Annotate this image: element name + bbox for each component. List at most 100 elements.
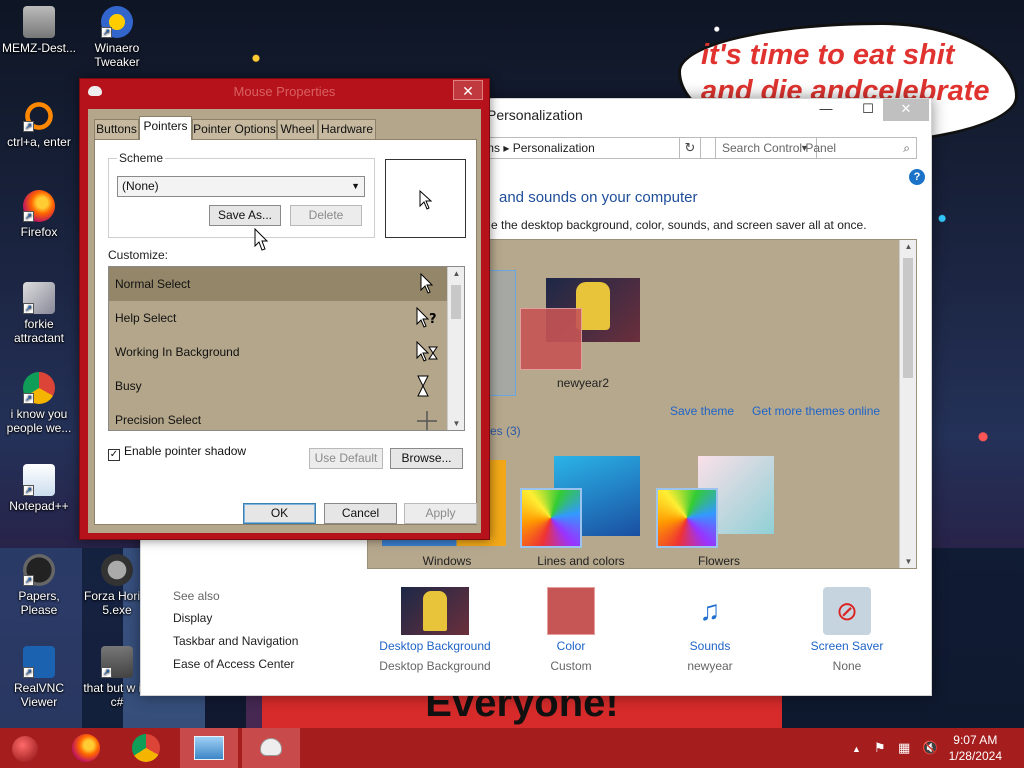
cursor-row-working-background[interactable]: Working In Background bbox=[109, 335, 447, 369]
desktop-icon-chrome[interactable]: ↗ i know you people we... bbox=[2, 372, 76, 435]
customize-label: Customize: bbox=[108, 248, 169, 262]
apply-button[interactable]: Apply bbox=[404, 503, 477, 524]
cursor-row-normal-select[interactable]: Normal Select bbox=[109, 267, 447, 301]
desktop-background-icon bbox=[401, 587, 469, 635]
desktop-icon-firefox[interactable]: ↗ Firefox bbox=[2, 190, 76, 239]
cancel-button[interactable]: Cancel bbox=[324, 503, 397, 524]
desktop-icon-forkie[interactable]: ↗ forkie attractant bbox=[2, 282, 76, 345]
hourglass-icon bbox=[417, 375, 429, 397]
taskbar-firefox[interactable] bbox=[60, 728, 112, 768]
screen-saver-label: Screen Saver bbox=[810, 639, 884, 653]
help-icon[interactable]: ? bbox=[909, 169, 925, 185]
cursor-row-busy[interactable]: Busy bbox=[109, 369, 447, 403]
shortcut-folder-icon: ↗ bbox=[101, 646, 133, 678]
browse-button[interactable]: Browse... bbox=[390, 448, 463, 469]
taskbar-chrome[interactable] bbox=[120, 728, 172, 768]
tab-pointers[interactable]: Pointers bbox=[139, 116, 192, 140]
tab-buttons[interactable]: Buttons bbox=[94, 119, 139, 139]
use-default-button[interactable]: Use Default bbox=[309, 448, 383, 469]
search-icon[interactable]: ⌕ bbox=[903, 138, 910, 158]
clock-time: 9:07 AM bbox=[953, 733, 998, 747]
search-input[interactable]: Search Control Panel ⌕ bbox=[715, 137, 917, 159]
desktop-icon-label: MEMZ-Dest... bbox=[2, 41, 76, 55]
maximize-button[interactable]: ☐ bbox=[853, 99, 883, 121]
recycle-bin-icon bbox=[23, 6, 55, 38]
desktop-icon-ctrl[interactable]: ↗ ctrl+a, enter bbox=[2, 100, 76, 149]
theme-list-scrollbar[interactable]: ▲ ▼ bbox=[899, 240, 916, 568]
checkbox-checked-icon[interactable]: ✓ bbox=[108, 449, 120, 461]
volume-muted-icon[interactable]: 🔇 bbox=[922, 740, 938, 756]
page-heading: and sounds on your computer bbox=[499, 189, 698, 206]
mouse-icon bbox=[260, 738, 282, 756]
sounds-value: newyear bbox=[687, 659, 733, 673]
scroll-thumb[interactable] bbox=[451, 285, 461, 319]
scroll-down-icon[interactable]: ▼ bbox=[900, 557, 916, 566]
desktop-icon-notepad[interactable]: ↗ Notepad++ bbox=[2, 464, 76, 513]
cursor-row-precision-select[interactable]: Precision Select bbox=[109, 403, 447, 430]
clock[interactable]: 9:07 AM 1/28/2024 bbox=[949, 732, 1002, 764]
get-more-themes-link[interactable]: Get more themes online bbox=[752, 404, 880, 418]
see-also-ease-of-access[interactable]: Ease of Access Center bbox=[173, 657, 294, 671]
sounds-icon: ♫ bbox=[699, 595, 721, 626]
cursor-row-help-select[interactable]: Help Select ? bbox=[109, 301, 447, 335]
crosshair-icon bbox=[417, 411, 437, 430]
cursor-list[interactable]: Normal Select Help Select ? Working In B… bbox=[108, 266, 465, 431]
dialog-close-button[interactable]: ✕ bbox=[453, 80, 483, 100]
desktop-icon-label: Winaero Tweaker bbox=[94, 41, 140, 69]
start-button[interactable] bbox=[0, 728, 52, 768]
desktop-icon-papers[interactable]: ↗ Papers, Please bbox=[2, 554, 76, 617]
enable-pointer-shadow-checkbox[interactable]: ✓ Enable pointer shadow bbox=[108, 444, 246, 461]
ok-button[interactable]: OK bbox=[243, 503, 316, 524]
color-swatch-icon bbox=[656, 488, 718, 548]
save-as-button[interactable]: Save As... bbox=[209, 205, 281, 226]
desktop-background-value: Desktop Background bbox=[379, 659, 491, 673]
taskbar-control-panel[interactable] bbox=[180, 728, 238, 768]
color-item[interactable]: Color Custom bbox=[511, 587, 631, 673]
mouse-properties-dialog[interactable]: Mouse Properties ✕ Buttons Pointers Poin… bbox=[79, 78, 490, 540]
tab-wheel[interactable]: Wheel bbox=[277, 119, 318, 139]
tab-hardware[interactable]: Hardware bbox=[318, 119, 376, 139]
theme-name: newyear2 bbox=[556, 376, 610, 390]
address-path: ms ▸ Personalization bbox=[484, 141, 595, 155]
screen-saver-icon: ⊘ bbox=[823, 587, 871, 635]
cursor-row-label: Busy bbox=[115, 379, 142, 393]
bottom-settings: See also Display Taskbar and Navigation … bbox=[141, 583, 931, 693]
see-also-taskbar[interactable]: Taskbar and Navigation bbox=[173, 634, 298, 648]
close-button[interactable]: ✕ bbox=[883, 99, 929, 121]
scroll-up-icon[interactable]: ▲ bbox=[448, 269, 464, 278]
desktop-icon-memz[interactable]: MEMZ-Dest... bbox=[2, 6, 76, 55]
sounds-item[interactable]: ♫ Sounds newyear bbox=[650, 587, 770, 673]
scheme-group: Scheme (None) ▼ Save As... Delete bbox=[108, 151, 375, 238]
flash-icon bbox=[101, 554, 133, 586]
minimize-button[interactable]: — bbox=[811, 99, 841, 121]
scheme-dropdown[interactable]: (None) ▼ bbox=[117, 176, 365, 197]
tray-expand-icon[interactable]: ▲ bbox=[852, 744, 861, 754]
flag-icon[interactable]: ⚑ bbox=[874, 740, 886, 756]
scroll-up-icon[interactable]: ▲ bbox=[900, 242, 916, 251]
chevron-down-icon[interactable]: ▼ bbox=[351, 177, 360, 196]
taskbar-mouse-properties[interactable] bbox=[242, 728, 300, 768]
refresh-button[interactable]: ↻ bbox=[679, 137, 701, 159]
color-icon bbox=[547, 587, 595, 635]
tab-pointer-options[interactable]: Pointer Options bbox=[192, 119, 277, 139]
delete-button[interactable]: Delete bbox=[290, 205, 362, 226]
see-also-display[interactable]: Display bbox=[173, 611, 212, 625]
desktop-background-item[interactable]: Desktop Background Desktop Background bbox=[375, 587, 495, 673]
save-theme-link[interactable]: Save theme bbox=[670, 404, 734, 418]
desktop-icon-vnc[interactable]: ↗ RealVNC Viewer bbox=[2, 646, 76, 709]
winaero-icon: ↗ bbox=[101, 6, 133, 38]
desktop-icon-winaero[interactable]: ↗ Winaero Tweaker bbox=[80, 6, 154, 69]
dialog-body: Buttons Pointers Pointer Options Wheel H… bbox=[88, 109, 481, 533]
screen-saver-item[interactable]: ⊘ Screen Saver None bbox=[787, 587, 907, 673]
network-icon[interactable]: ▦ bbox=[898, 740, 910, 756]
checkbox-label: Enable pointer shadow bbox=[124, 444, 247, 458]
pointers-tab-page: Scheme (None) ▼ Save As... Delete Custom… bbox=[94, 139, 477, 525]
color-swatch-icon bbox=[520, 488, 582, 548]
scroll-down-icon[interactable]: ▼ bbox=[448, 419, 464, 428]
clock-date: 1/28/2024 bbox=[948, 749, 1002, 763]
theme-name: Flowers bbox=[697, 554, 740, 568]
scroll-thumb[interactable] bbox=[903, 258, 913, 378]
cursor-list-scrollbar[interactable]: ▲ ▼ bbox=[447, 267, 464, 430]
arrow-cursor-icon bbox=[419, 190, 433, 210]
desktop-icon-label: Papers, Please bbox=[18, 589, 60, 617]
